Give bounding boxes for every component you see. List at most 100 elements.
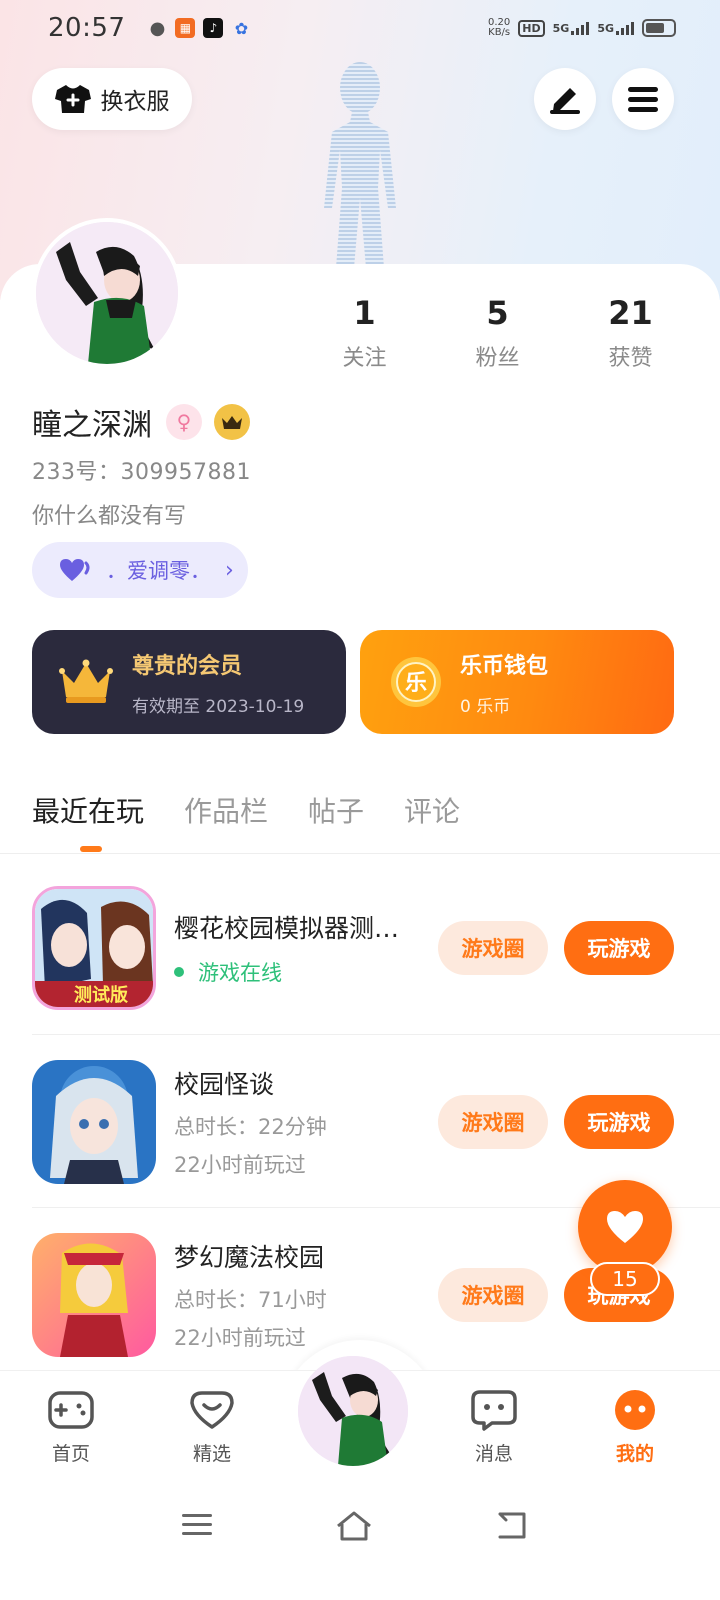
like-count-badge: 15 xyxy=(590,1262,660,1296)
wallet-balance: 0 乐币 xyxy=(460,696,511,717)
chevron-right-icon: › xyxy=(225,557,234,583)
following-stat[interactable]: 1 关注 xyxy=(298,294,431,372)
user-id: 233号：309957881 xyxy=(32,460,251,485)
profile-stats: 1 关注 5 粉丝 21 获赞 xyxy=(298,294,698,372)
online-status: 游戏在线 xyxy=(174,957,424,987)
menu-icon xyxy=(628,87,658,112)
fans-stat[interactable]: 5 粉丝 xyxy=(431,294,564,372)
game-icon-sakura-school[interactable]: 测试版 xyxy=(32,886,156,1010)
online-dot-icon xyxy=(174,967,184,977)
game-play-duration: 总时长：22分钟 xyxy=(174,1115,327,1139)
game-title: 樱花校园模拟器测… xyxy=(174,914,400,943)
signal-icon: 5G xyxy=(553,21,590,35)
profile-tag-label: ．爱调零． xyxy=(106,559,211,583)
status-time: 20:57 xyxy=(48,13,126,43)
game-last-played: 22小时前玩过 xyxy=(174,1153,306,1177)
tab-works[interactable]: 作品栏 xyxy=(184,790,268,830)
avatar-character-image xyxy=(298,1356,408,1466)
gamepad-icon xyxy=(48,1391,94,1429)
tiktok-icon: ♪ xyxy=(203,18,224,38)
status-indicators: 0.20 KB/s HD 5G 5G xyxy=(488,18,676,38)
face-icon xyxy=(615,1390,655,1430)
username-row: 瞳之深渊 ♀ xyxy=(32,400,250,444)
change-outfit-button[interactable]: 换衣服 xyxy=(32,68,192,130)
app-notification-icon: ▦ xyxy=(175,18,196,38)
game-cover-image xyxy=(32,1060,156,1184)
game-title: 校园怪谈 xyxy=(174,1070,275,1099)
edit-icon xyxy=(550,88,580,114)
following-count: 1 xyxy=(353,294,376,332)
game-icon-magic-school[interactable] xyxy=(32,1233,156,1357)
battery-icon xyxy=(642,19,676,37)
username: 瞳之深渊 xyxy=(32,408,152,443)
nav-me[interactable]: 我的 xyxy=(590,1389,680,1466)
likes-count: 21 xyxy=(608,294,653,332)
status-bar: 20:57 ● ▦ ♪ ✿ 0.20 KB/s HD 5G 5G xyxy=(0,0,720,56)
wechat-icon: ● xyxy=(149,17,166,39)
likes-label: 获赞 xyxy=(608,346,653,371)
recent-apps-icon[interactable] xyxy=(180,1510,214,1540)
tabs-divider xyxy=(0,853,720,854)
wallet-card[interactable]: 乐 乐币钱包 0 乐币 xyxy=(360,630,674,734)
nav-featured-label: 精选 xyxy=(192,1443,231,1465)
avatar-hologram-figure xyxy=(324,62,396,268)
floating-like-button[interactable] xyxy=(578,1180,672,1274)
hd-voice-icon: HD xyxy=(518,19,545,37)
game-circle-button[interactable]: 游戏圈 xyxy=(438,1095,548,1149)
nav-home-label: 首页 xyxy=(51,1443,90,1465)
profile-tag-pill[interactable]: ．爱调零． › xyxy=(32,542,248,598)
vip-membership-card[interactable]: 尊贵的会员 有效期至 2023-10-19 xyxy=(32,630,346,734)
wallet-title: 乐币钱包 xyxy=(460,653,549,679)
svg-text:测试版: 测试版 xyxy=(74,984,128,1006)
fans-count: 5 xyxy=(486,294,509,332)
tab-recently-played[interactable]: 最近在玩 xyxy=(32,790,144,830)
tab-comments[interactable]: 评论 xyxy=(404,790,460,830)
heart-tv-icon xyxy=(190,1391,234,1429)
play-game-button[interactable]: 玩游戏 xyxy=(564,921,674,975)
game-cover-image xyxy=(32,1233,156,1357)
game-circle-button[interactable]: 游戏圈 xyxy=(438,1268,548,1322)
signal-icon-2: 5G xyxy=(597,21,634,35)
tab-posts[interactable]: 帖子 xyxy=(308,790,364,830)
nav-featured[interactable]: 精选 xyxy=(167,1389,257,1466)
game-title: 梦幻魔法校园 xyxy=(174,1243,325,1272)
home-icon[interactable] xyxy=(334,1510,374,1542)
avatar[interactable] xyxy=(32,218,182,368)
game-row[interactable]: 测试版 樱花校园模拟器测… 游戏在线 游戏圈 玩游戏 xyxy=(32,878,674,1018)
vip-expiry: 有效期至 2023-10-19 xyxy=(132,696,305,717)
coin-icon: 乐 xyxy=(391,657,441,707)
edit-profile-button[interactable] xyxy=(534,68,596,130)
game-cover-image: 测试版 xyxy=(35,889,153,1007)
tshirt-icon xyxy=(54,85,91,113)
female-gender-icon: ♀ xyxy=(166,404,202,440)
nav-home[interactable]: 首页 xyxy=(26,1389,116,1466)
user-bio: 你什么都没有写 xyxy=(32,504,187,529)
game-row[interactable]: 校园怪谈 总时长：22分钟 22小时前玩过 游戏圈 玩游戏 xyxy=(32,1052,674,1192)
game-play-duration: 总时长：71小时 xyxy=(174,1288,327,1312)
heart-icon xyxy=(607,1211,643,1243)
back-icon[interactable] xyxy=(494,1510,528,1540)
baidu-icon: ✿ xyxy=(234,18,249,38)
nav-messages[interactable]: 消息 xyxy=(449,1389,539,1466)
nav-messages-label: 消息 xyxy=(474,1443,513,1465)
gold-crown-icon xyxy=(59,659,113,703)
game-icon-campus-ghost[interactable] xyxy=(32,1060,156,1184)
active-tab-indicator xyxy=(80,846,102,852)
row-divider xyxy=(32,1034,720,1035)
change-outfit-label: 换衣服 xyxy=(100,89,170,115)
chat-icon xyxy=(471,1390,517,1431)
system-navigation-bar xyxy=(0,1480,720,1600)
avatar-character-image xyxy=(36,222,178,364)
nav-me-label: 我的 xyxy=(615,1443,654,1465)
profile-tabs: 最近在玩 作品栏 帖子 评论 xyxy=(32,790,460,830)
net-speed: 0.20 KB/s xyxy=(488,17,511,38)
likes-stat[interactable]: 21 获赞 xyxy=(564,294,697,372)
game-circle-button[interactable]: 游戏圈 xyxy=(438,921,548,975)
following-label: 关注 xyxy=(342,346,387,371)
fans-label: 粉丝 xyxy=(475,346,520,371)
heart-icon xyxy=(60,559,90,581)
nav-center-avatar[interactable] xyxy=(298,1356,408,1466)
play-game-button[interactable]: 玩游戏 xyxy=(564,1095,674,1149)
menu-button[interactable] xyxy=(612,68,674,130)
vip-crown-icon xyxy=(214,404,250,440)
